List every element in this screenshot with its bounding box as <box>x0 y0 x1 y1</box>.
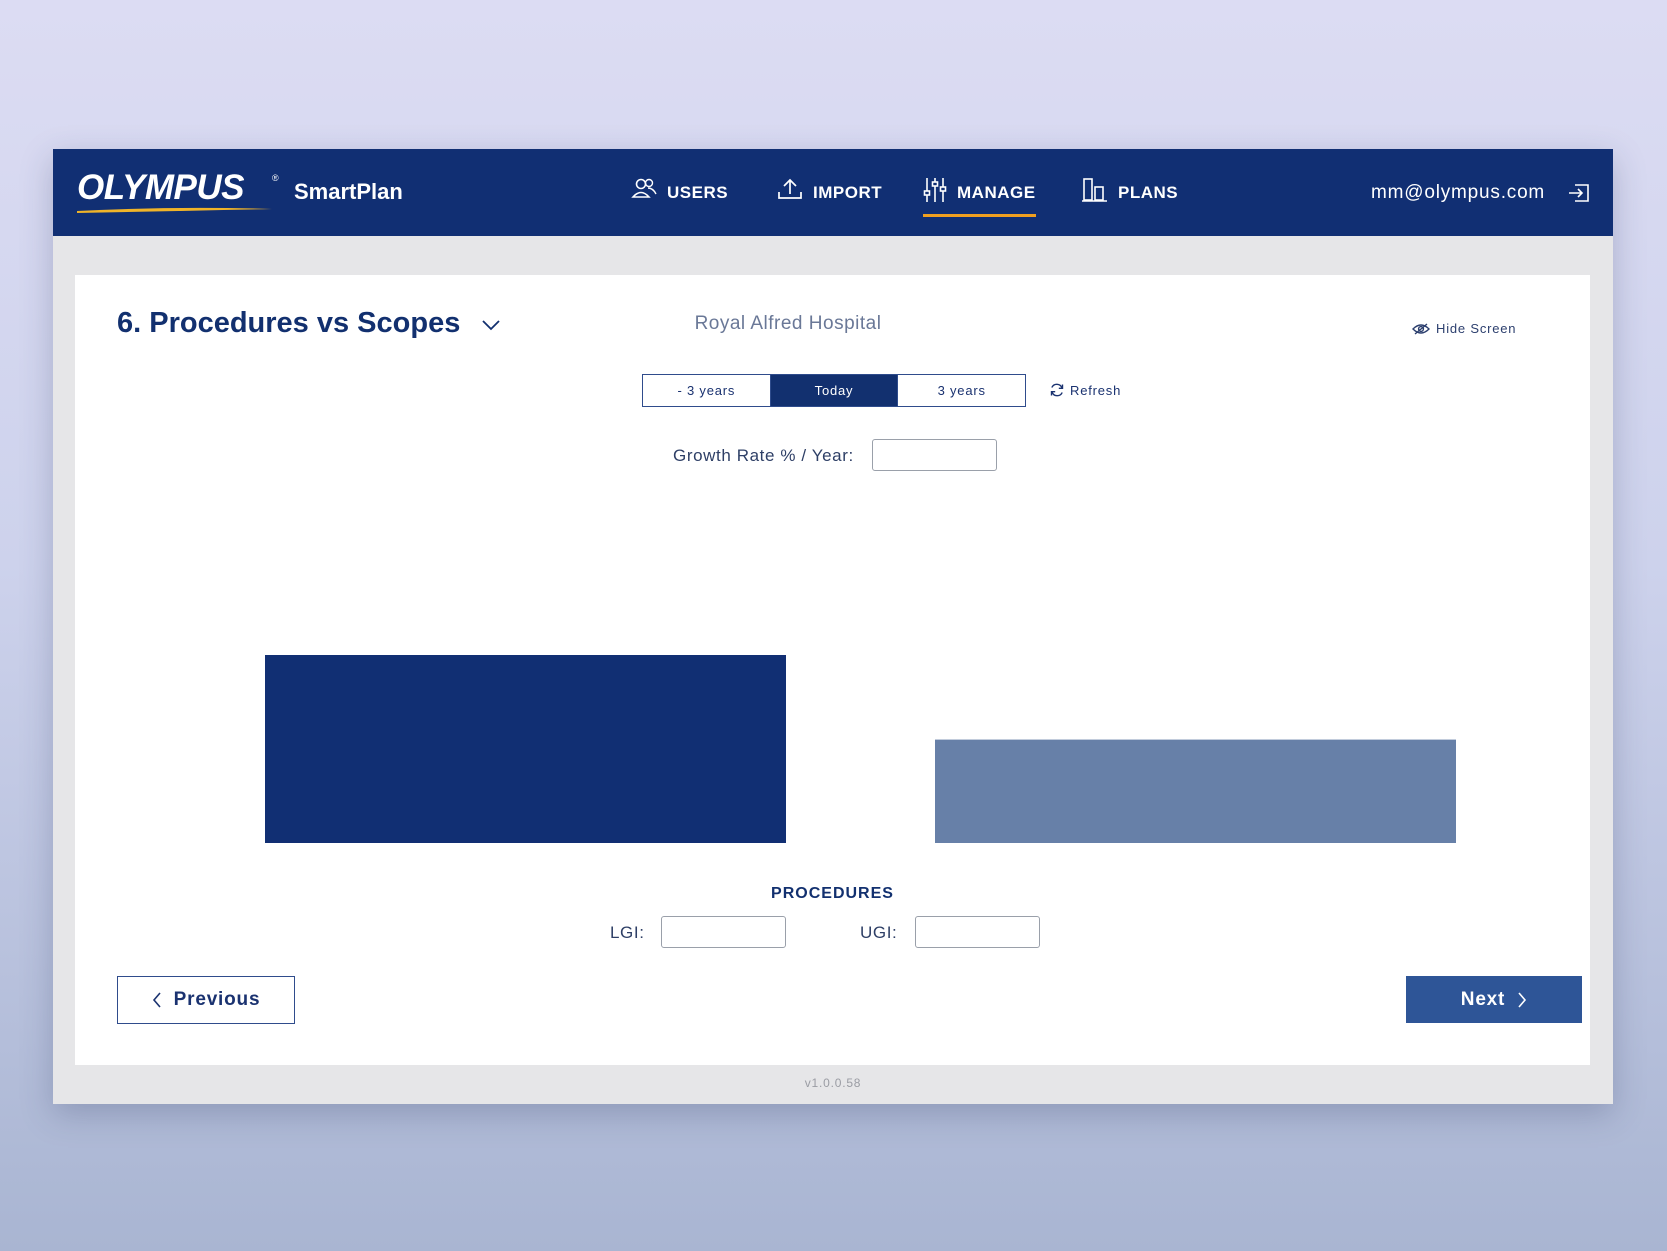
olympus-logo: OLYMPUS ® <box>77 168 279 213</box>
sliders-icon <box>923 178 947 202</box>
procedures-chart <box>265 655 1456 843</box>
nav-import[interactable]: IMPORT <box>777 177 882 217</box>
lgi-label: LGI: <box>610 923 645 942</box>
version-label: v1.0.0.58 <box>804 1076 862 1090</box>
previous-label: Previous <box>173 989 261 1010</box>
nav-plans-label: PLANS <box>1118 183 1179 202</box>
nav-manage-label: MANAGE <box>957 183 1036 202</box>
registered-mark: ® <box>272 173 279 183</box>
logout-icon[interactable] <box>1567 181 1591 205</box>
next-label: Next <box>1460 988 1506 1010</box>
main-card: 6. Procedures vs Scopes Royal Alfred Hos… <box>75 275 1590 1065</box>
procedures-title: PROCEDURES <box>771 885 894 902</box>
nav-plans[interactable]: PLANS <box>1082 177 1178 217</box>
bar-chart-icon <box>1082 178 1107 202</box>
bar-lgi <box>265 655 786 843</box>
nav-manage[interactable]: MANAGE <box>923 177 1036 217</box>
app-window: OLYMPUS ® SmartPlan USERS IMPORT MANAGE … <box>53 149 1613 1104</box>
chevron-right-icon <box>1518 991 1527 1008</box>
user-email: mm@olympus.com <box>1371 182 1546 203</box>
ugi-label: UGI: <box>860 923 898 942</box>
nav-users[interactable]: USERS <box>631 177 728 217</box>
previous-button[interactable]: Previous <box>117 976 295 1024</box>
bar-ugi <box>935 739 1456 843</box>
chevron-left-icon <box>152 992 161 1008</box>
ugi-input[interactable] <box>915 916 1040 948</box>
nav-users-label: USERS <box>667 183 729 202</box>
upload-icon <box>778 178 802 199</box>
top-navbar: OLYMPUS ® SmartPlan USERS IMPORT MANAGE … <box>53 149 1613 236</box>
users-icon <box>631 178 657 198</box>
logo-wordmark: OLYMPUS <box>77 168 244 207</box>
logo-swoosh-icon <box>77 207 272 213</box>
lgi-input[interactable] <box>661 916 786 948</box>
next-button[interactable]: Next <box>1406 976 1582 1023</box>
product-name: SmartPlan <box>294 179 403 204</box>
nav-import-label: IMPORT <box>813 183 883 202</box>
